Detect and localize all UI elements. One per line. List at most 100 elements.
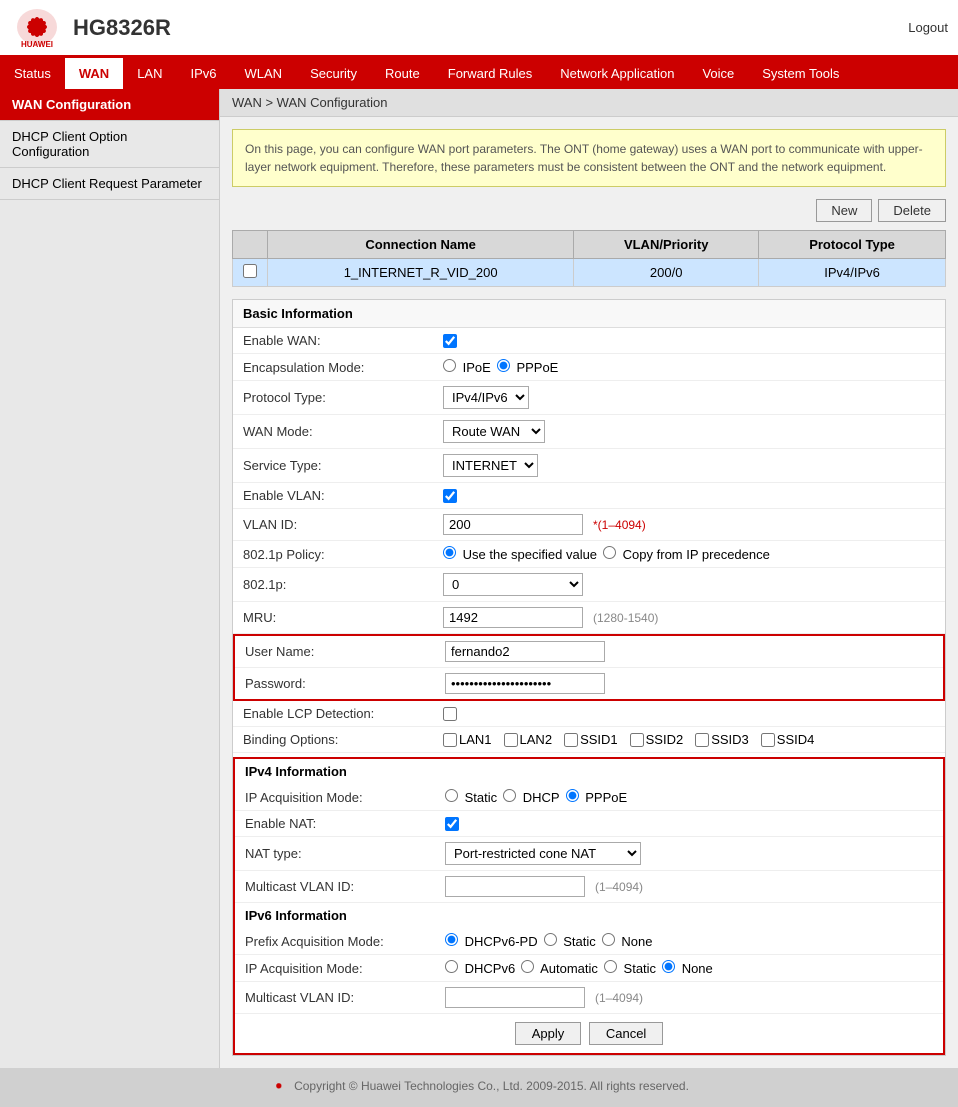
username-input[interactable] [445,641,605,662]
enable-wan-row: Enable WAN: [233,328,945,354]
vlan-id-input[interactable] [443,514,583,535]
dhcpv6pd-radio-label[interactable]: DHCPv6-PD [445,933,538,949]
protocol-type-label: Protocol Type: [243,390,443,405]
protocol-type-value: IPv4/IPv6 [443,386,935,409]
enable-wan-checkbox[interactable] [443,334,457,348]
use-specified-radio[interactable] [443,546,456,559]
ipv6-static-radio[interactable] [604,960,617,973]
nav-wan[interactable]: WAN [65,58,123,89]
prefix-static-radio[interactable] [544,933,557,946]
new-button[interactable]: New [816,199,872,222]
ssid2-binding[interactable]: SSID2 [630,732,684,747]
prefix-none-label[interactable]: None [602,933,653,949]
wan-table: Connection Name VLAN/Priority Protocol T… [232,230,946,287]
nav-status[interactable]: Status [0,58,65,89]
prefix-acquisition-row: Prefix Acquisition Mode: DHCPv6-PD Stati… [235,928,943,955]
mru-value: (1280-1540) [443,607,935,628]
prefix-none-radio[interactable] [602,933,615,946]
ipv6-multicast-hint: (1–4094) [595,991,643,1005]
dhcp-radio-label[interactable]: DHCP [503,789,559,805]
ipoe-radio-label[interactable]: IPoE [443,359,491,375]
mru-label: MRU: [243,610,443,625]
nav-system-tools[interactable]: System Tools [748,58,853,89]
protocol-type-row: Protocol Type: IPv4/IPv6 [233,381,945,415]
sidebar-wan-configuration[interactable]: WAN Configuration [0,89,219,121]
ssid3-checkbox[interactable] [695,733,709,747]
sidebar-dhcp-request[interactable]: DHCP Client Request Parameter [0,168,219,200]
nav-ipv6[interactable]: IPv6 [177,58,231,89]
svg-text:HUAWEI: HUAWEI [21,40,53,49]
lcp-row: Enable LCP Detection: [233,701,945,727]
wan-mode-row: WAN Mode: Route WAN Bridge WAN [233,415,945,449]
footer-text: Copyright © Huawei Technologies Co., Ltd… [294,1079,689,1093]
ipv4-acquisition-row: IP Acquisition Mode: Static DHCP PPPoE [235,784,943,811]
ipv6-static-label[interactable]: Static [604,960,656,976]
dhcpv6-radio-label[interactable]: DHCPv6 [445,960,515,976]
automatic-radio[interactable] [521,960,534,973]
enable-vlan-checkbox[interactable] [443,489,457,503]
pppoe-radio-label[interactable]: PPPoE [497,359,559,375]
copy-ip-radio[interactable] [603,546,616,559]
static-radio-label[interactable]: Static [445,789,497,805]
nav-forward-rules[interactable]: Forward Rules [434,58,547,89]
ipv4-acquisition-value: Static DHCP PPPoE [445,789,933,805]
ipoe-radio[interactable] [443,359,456,372]
static-radio[interactable] [445,789,458,802]
ipv6-none-radio[interactable] [662,960,675,973]
prefix-static-label[interactable]: Static [544,933,596,949]
action-buttons: Apply Cancel [235,1014,943,1053]
ipv6-acquisition-row: IP Acquisition Mode: DHCPv6 Automatic St… [235,955,943,982]
lan2-binding[interactable]: LAN2 [504,732,553,747]
enable-vlan-label: Enable VLAN: [243,488,443,503]
nat-type-select[interactable]: Port-restricted cone NAT Full cone NAT A… [445,842,641,865]
lan1-checkbox[interactable] [443,733,457,747]
lcp-checkbox[interactable] [443,707,457,721]
lcp-value [443,707,935,721]
use-specified-label[interactable]: Use the specified value [443,546,597,562]
mru-input[interactable] [443,607,583,628]
protocol-type-select[interactable]: IPv4/IPv6 [443,386,529,409]
ipv4-multicast-input[interactable] [445,876,585,897]
lan2-checkbox[interactable] [504,733,518,747]
ipv6-none-label[interactable]: None [662,960,713,976]
ssid1-checkbox[interactable] [564,733,578,747]
nav-wlan[interactable]: WLAN [231,58,297,89]
dhcp-radio[interactable] [503,789,516,802]
ssid1-binding[interactable]: SSID1 [564,732,618,747]
row-checkbox[interactable] [243,264,257,278]
table-row[interactable]: 1_INTERNET_R_VID_200 200/0 IPv4/IPv6 [233,259,946,287]
connection-name-cell: 1_INTERNET_R_VID_200 [268,259,574,287]
8021p-val-select[interactable]: 0123 4567 [443,573,583,596]
enable-nat-checkbox[interactable] [445,817,459,831]
form-container: Basic Information Enable WAN: Encapsulat… [232,299,946,1056]
sidebar-dhcp-option[interactable]: DHCP Client Option Configuration [0,121,219,168]
ipv6-multicast-input[interactable] [445,987,585,1008]
cancel-button[interactable]: Cancel [589,1022,663,1045]
ssid2-checkbox[interactable] [630,733,644,747]
ssid3-binding[interactable]: SSID3 [695,732,749,747]
copy-ip-label[interactable]: Copy from IP precedence [603,546,770,562]
lan1-binding[interactable]: LAN1 [443,732,492,747]
apply-button[interactable]: Apply [515,1022,582,1045]
automatic-radio-label[interactable]: Automatic [521,960,598,976]
nat-type-label: NAT type: [245,846,445,861]
dhcpv6-radio[interactable] [445,960,458,973]
ssid4-binding[interactable]: SSID4 [761,732,815,747]
service-type-value: INTERNET [443,454,935,477]
nav-lan[interactable]: LAN [123,58,176,89]
nav-security[interactable]: Security [296,58,371,89]
nav-route[interactable]: Route [371,58,434,89]
password-input[interactable] [445,673,605,694]
pppoe-ipv4-radio[interactable] [566,789,579,802]
ssid4-checkbox[interactable] [761,733,775,747]
nav-voice[interactable]: Voice [688,58,748,89]
pppoe-ipv4-radio-label[interactable]: PPPoE [566,789,628,805]
dhcpv6pd-radio[interactable] [445,933,458,946]
service-type-select[interactable]: INTERNET [443,454,538,477]
credentials-group: User Name: Password: [233,634,945,701]
logout-button[interactable]: Logout [908,20,948,35]
wan-mode-select[interactable]: Route WAN Bridge WAN [443,420,545,443]
pppoe-radio[interactable] [497,359,510,372]
nav-network-application[interactable]: Network Application [546,58,688,89]
delete-button[interactable]: Delete [878,199,946,222]
